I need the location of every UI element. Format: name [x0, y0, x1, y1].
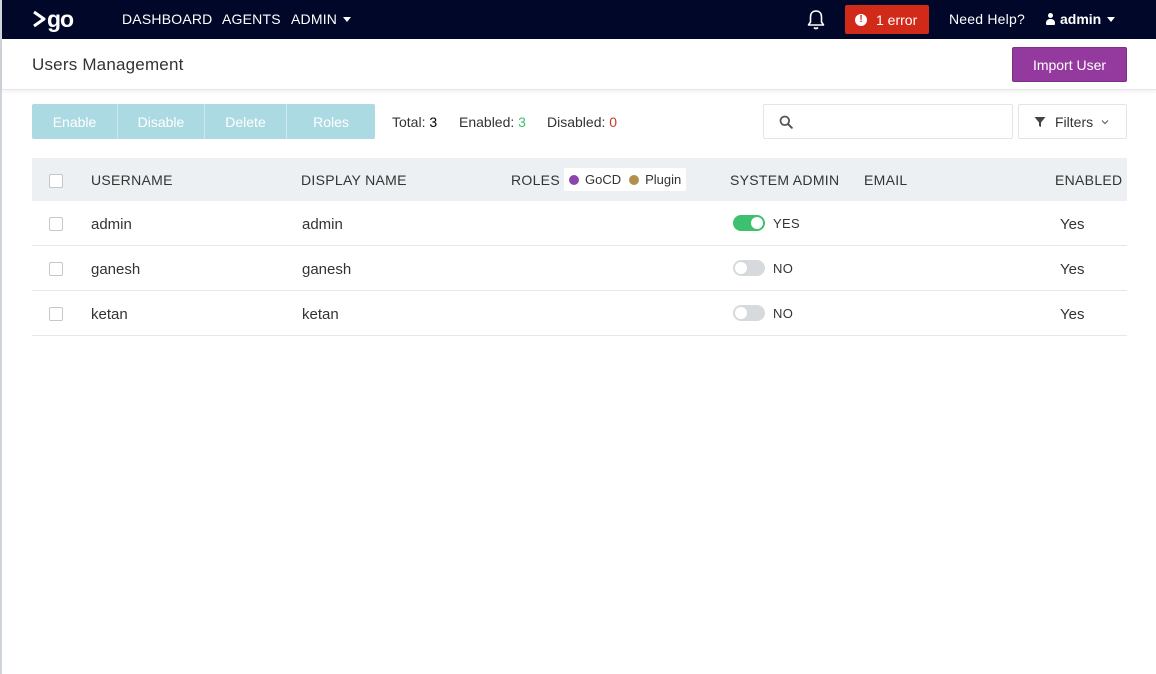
import-user-button[interactable]: Import User	[1012, 47, 1127, 82]
bell-icon[interactable]	[806, 9, 826, 31]
page-header: Users Management Import User	[2, 39, 1156, 90]
plugin-role-label: Plugin	[645, 172, 682, 187]
error-badge[interactable]: ! 1 error	[845, 5, 929, 34]
row-checkbox[interactable]	[49, 262, 63, 276]
enabled-label: Enabled:	[459, 114, 515, 130]
gocd-role-dot	[569, 174, 579, 185]
filters-button[interactable]: Filters	[1018, 104, 1127, 139]
row-checkbox[interactable]	[49, 307, 63, 321]
user-name: admin	[1060, 11, 1102, 27]
users-table: USERNAME DISPLAY NAME ROLES GoCD Plugin …	[32, 158, 1127, 336]
username-cell: admin	[91, 216, 132, 233]
username-cell: ganesh	[91, 261, 141, 278]
nav-dashboard[interactable]: DASHBOARD	[122, 11, 212, 27]
system-admin-label: YES	[773, 216, 800, 231]
table-row: ketan ketan NO Yes	[32, 291, 1127, 336]
system-admin-label: NO	[773, 306, 794, 321]
header-email[interactable]: EMAIL	[864, 172, 908, 188]
gocd-role-label: GoCD	[585, 172, 622, 187]
disabled-label: Disabled:	[547, 114, 606, 130]
chevron-down-icon	[1101, 119, 1109, 124]
roles-legend: GoCD Plugin	[564, 168, 687, 191]
logo-text: go	[47, 6, 74, 32]
display-name-cell: admin	[302, 216, 343, 233]
page-title: Users Management	[32, 55, 184, 74]
enabled-value: 3	[518, 114, 526, 130]
nav-admin[interactable]: ADMIN	[291, 11, 352, 27]
disabled-count: Disabled: 0	[547, 114, 617, 130]
search-input[interactable]	[798, 111, 998, 133]
system-admin-label: NO	[773, 261, 794, 276]
bulk-action-group: Enable Disable Delete Roles	[32, 104, 375, 139]
roles-button[interactable]: Roles	[287, 104, 375, 139]
exclamation-icon: !	[855, 13, 867, 26]
disabled-value: 0	[609, 114, 618, 130]
total-count: Total: 3	[392, 114, 437, 130]
total-label: Total:	[392, 114, 426, 130]
plugin-role-dot	[629, 174, 640, 185]
top-navbar: go DASHBOARD AGENTS ADMIN ! 1 error Need…	[2, 0, 1156, 39]
system-admin-toggle[interactable]	[733, 305, 765, 321]
funnel-icon	[1034, 116, 1046, 127]
caret-down-icon	[343, 16, 352, 22]
user-menu[interactable]: admin	[1045, 11, 1116, 27]
nav-admin-label: ADMIN	[291, 11, 338, 27]
header-enabled[interactable]: ENABLED	[1055, 172, 1122, 188]
table-row: ganesh ganesh NO Yes	[32, 246, 1127, 291]
total-value: 3	[429, 114, 438, 130]
enable-button[interactable]: Enable	[32, 104, 118, 139]
enabled-count: Enabled: 3	[459, 114, 526, 130]
filters-label: Filters	[1055, 113, 1094, 130]
disable-button[interactable]: Disable	[118, 104, 205, 139]
table-row: admin admin YES Yes	[32, 201, 1127, 246]
play-logo-icon	[33, 10, 46, 28]
gocd-logo[interactable]: go	[32, 6, 74, 32]
header-username[interactable]: USERNAME	[91, 172, 173, 188]
display-name-cell: ganesh	[302, 261, 352, 278]
error-label: 1 error	[876, 11, 918, 28]
select-all-checkbox[interactable]	[49, 174, 63, 188]
nav-agents[interactable]: AGENTS	[222, 11, 281, 27]
username-cell: ketan	[91, 306, 128, 323]
help-link[interactable]: Need Help?	[949, 11, 1025, 27]
system-admin-toggle[interactable]	[733, 215, 765, 231]
table-header: USERNAME DISPLAY NAME ROLES GoCD Plugin …	[32, 158, 1127, 201]
header-roles: ROLES	[511, 172, 560, 188]
search-icon	[779, 115, 793, 129]
enabled-cell: Yes	[1060, 216, 1085, 233]
display-name-cell: ketan	[302, 306, 339, 323]
delete-button[interactable]: Delete	[205, 104, 287, 139]
header-display-name[interactable]: DISPLAY NAME	[301, 172, 407, 188]
system-admin-toggle[interactable]	[733, 260, 765, 276]
caret-down-icon	[1107, 16, 1116, 22]
enabled-cell: Yes	[1060, 306, 1085, 323]
header-system-admin[interactable]: SYSTEM ADMIN	[730, 172, 839, 188]
enabled-cell: Yes	[1060, 261, 1085, 278]
search-box	[763, 104, 1013, 139]
row-checkbox[interactable]	[49, 217, 63, 231]
user-icon	[1045, 13, 1056, 25]
